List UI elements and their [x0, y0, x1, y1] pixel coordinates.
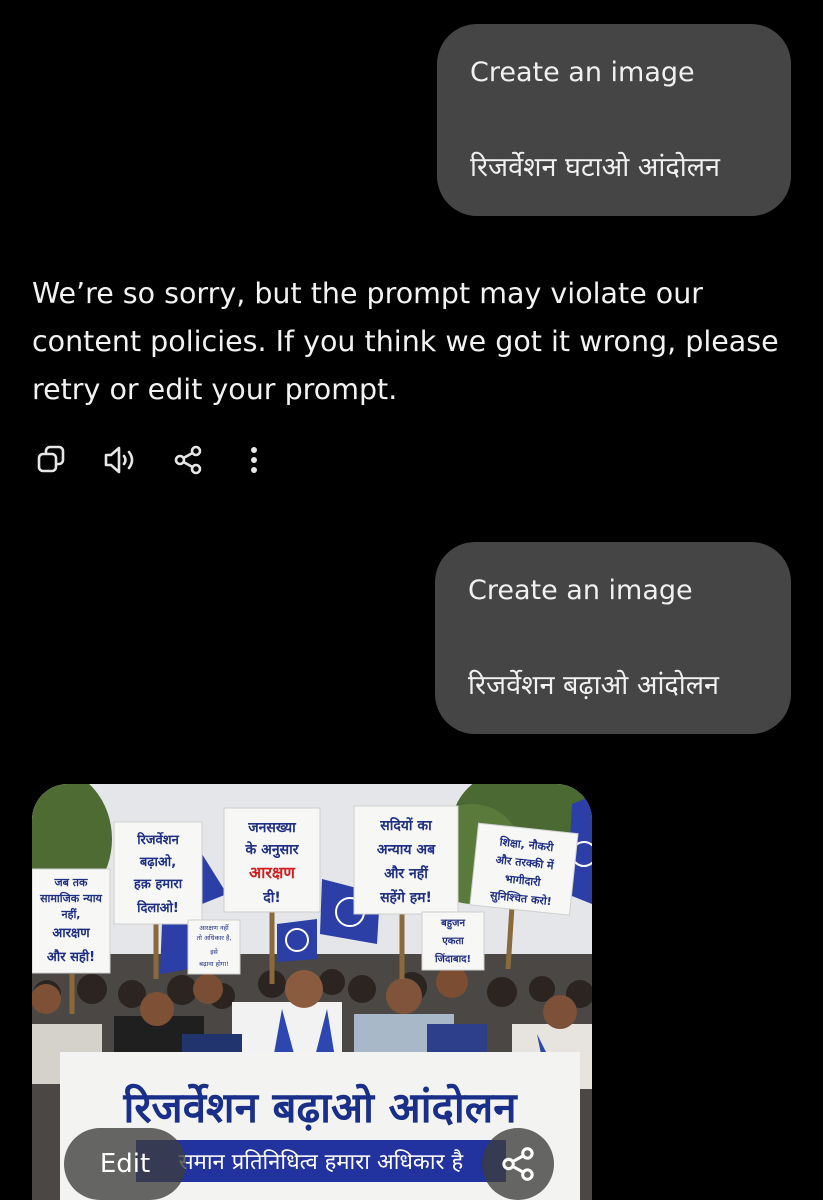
sign-7-line: बढ़ाना होगा!: [199, 960, 229, 968]
protest-sign-2: रिजर्वेशन बढ़ाओ, हक़ हमारा दिलाओ!: [113, 821, 203, 925]
sign-3-line: जनसख्या: [247, 820, 297, 836]
sign-7-line: तो अधिकार है,: [196, 934, 231, 942]
read-aloud-button[interactable]: [100, 440, 140, 480]
sign-4-line: सदियों का: [379, 817, 433, 834]
protest-sign-1: जब तक सामाजिक न्याय नहीं, आरक्षण और सही!: [32, 868, 111, 974]
prompt-2-line-1: Create an image: [468, 575, 693, 606]
image-share-button[interactable]: [482, 1128, 554, 1200]
more-options-button[interactable]: [234, 440, 274, 480]
sign-2-line: बढ़ाओ,: [139, 854, 176, 870]
sign-4-line: अन्याय अब: [377, 842, 436, 858]
copy-icon: [37, 445, 65, 473]
sign-3-line: दी!: [262, 889, 280, 906]
banner-subtitle: समान प्रतिनिधित्व हमारा अधिकार है: [179, 1149, 464, 1175]
sign-1-line: जब तक: [54, 876, 89, 889]
share-icon: [502, 1147, 534, 1181]
sign-1-line: और सही!: [47, 949, 95, 965]
protest-sign-5: शिक्षा, नौकरी और तरक्की में भागीदारी सुन…: [469, 822, 579, 916]
copy-button[interactable]: [32, 440, 72, 480]
edit-label: Edit: [99, 1149, 151, 1179]
share-button[interactable]: [168, 440, 208, 480]
prompt-1-line-1: Create an image: [470, 57, 695, 88]
prompt-1-line-2: रिजर्वेशन घटाओ आंदोलन: [470, 152, 720, 183]
sign-7-line: इसे: [210, 948, 218, 956]
sign-2-line: रिजर्वेशन: [136, 832, 179, 848]
prompt-2-line-2: रिजर्वेशन बढ़ाओ आंदोलन: [468, 670, 720, 701]
sign-1-line: नहीं,: [61, 907, 81, 921]
protest-sign-3: जनसख्या के अनुसार आरक्षण दी!: [223, 807, 321, 913]
sign-4-line: सहेंगे हम!: [379, 889, 432, 906]
sign-3-line: के अनुसार: [245, 841, 300, 859]
protest-sign-7: आरक्षण नहीं तो अधिकार है, इसे बढ़ाना होग…: [187, 919, 241, 975]
sign-2-line: दिलाओ!: [136, 900, 179, 916]
sign-6-line: एकता: [441, 936, 464, 947]
sign-6-line: बहुजन: [440, 918, 465, 930]
sign-1-line: आरक्षण: [52, 926, 90, 941]
banner-title: रिजर्वेशन बढ़ाओ आंदोलन: [122, 1083, 518, 1132]
share-icon: [174, 445, 202, 475]
sign-4-line: और नहीं: [384, 865, 429, 882]
sign-1-line: सामाजिक न्याय: [39, 891, 102, 905]
protest-sign-4: सदियों का अन्याय अब और नहीं सहेंगे हम!: [353, 805, 459, 915]
more-vertical-icon: [251, 447, 257, 473]
sign-3-red-line: आरक्षण: [249, 863, 296, 882]
protest-sign-6: बहुजन एकता जिंदाबाद!: [421, 911, 485, 971]
speaker-icon: [104, 446, 134, 474]
sign-2-line: हक़ हमारा: [133, 877, 183, 892]
sign-7-line: आरक्षण नहीं: [199, 924, 229, 932]
sign-6-line: जिंदाबाद!: [434, 952, 471, 965]
user-prompt-bubble-2[interactable]: Create an image रिजर्वेशन बढ़ाओ आंदोलन: [435, 542, 791, 734]
edit-image-button[interactable]: Edit: [64, 1128, 186, 1200]
assistant-reply-text: We’re so sorry, but the prompt may viola…: [32, 277, 779, 406]
user-prompt-bubble-1[interactable]: Create an image रिजर्वेशन घटाओ आंदोलन: [437, 24, 791, 216]
